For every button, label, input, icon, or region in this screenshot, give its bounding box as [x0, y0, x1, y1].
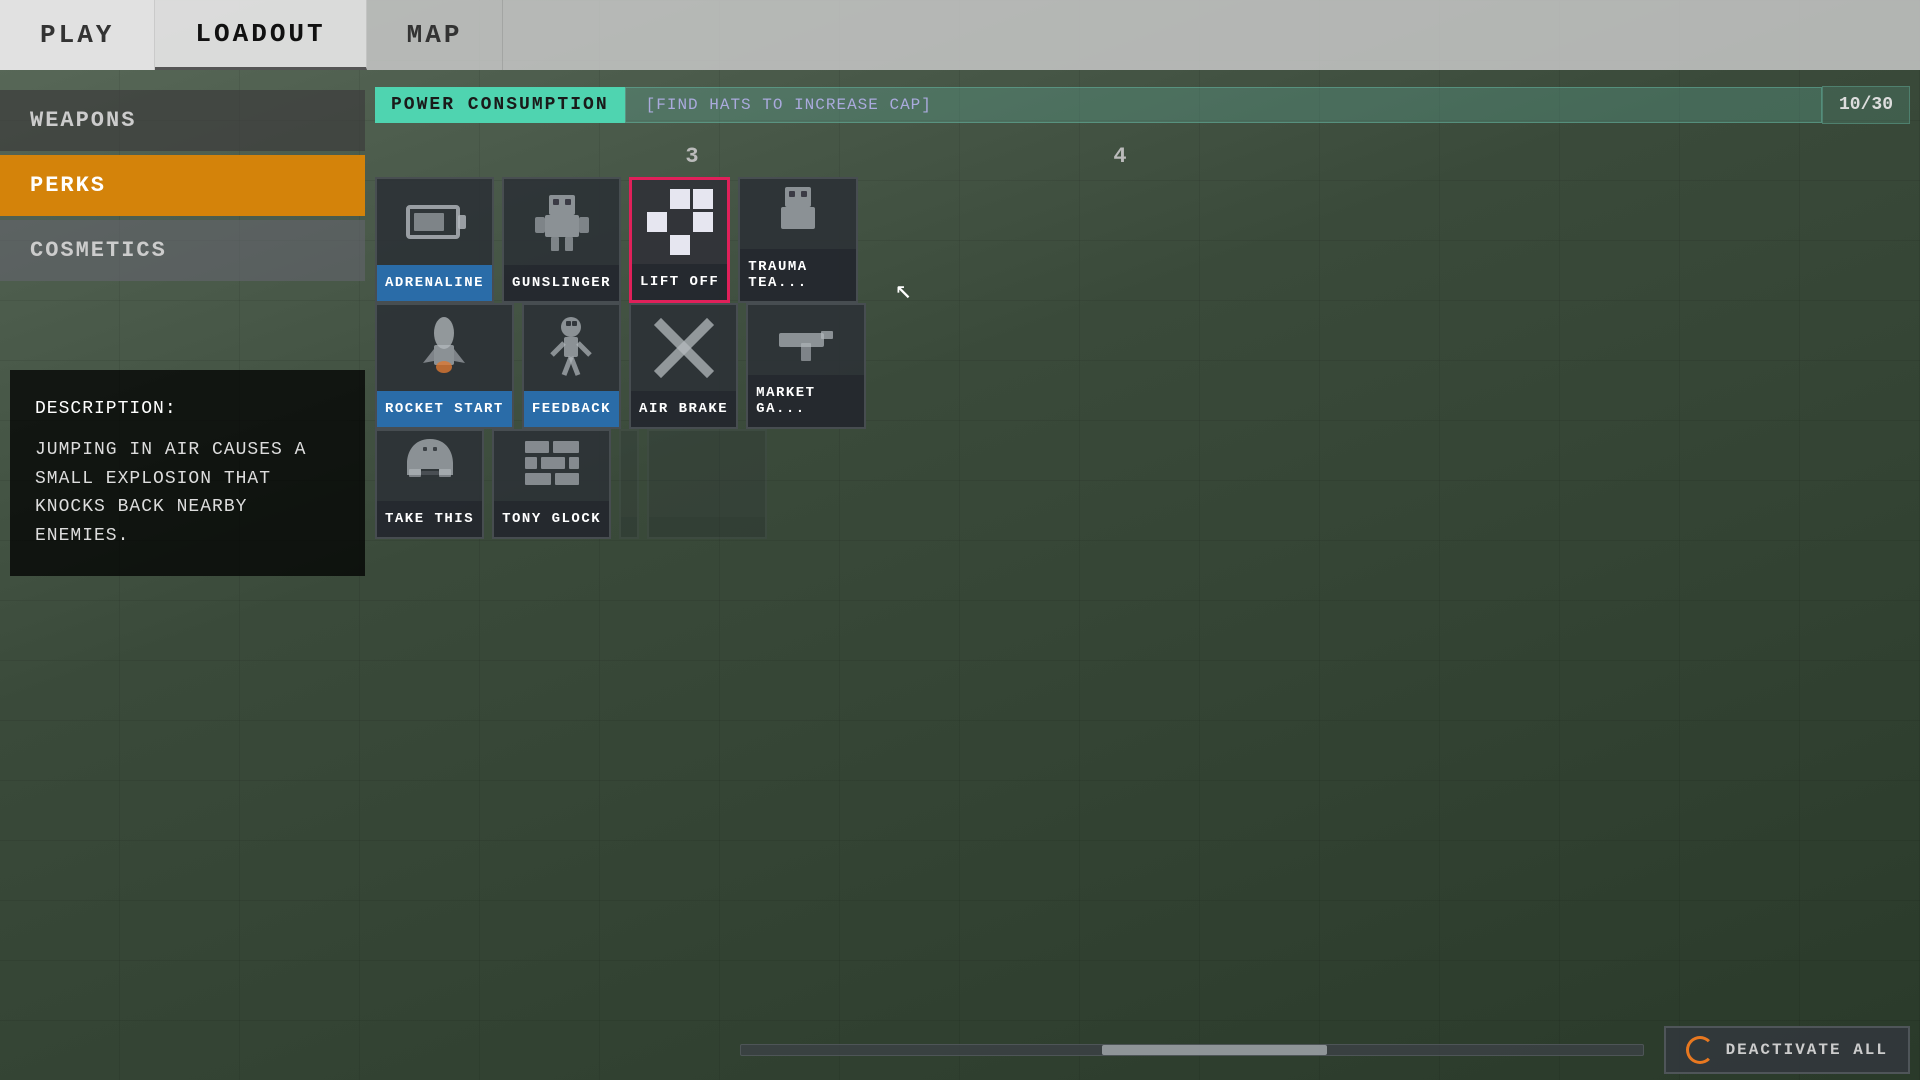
- description-box: DESCRIPTION: JUMPING IN AIR CAUSES A SMA…: [10, 370, 365, 576]
- description-text: JUMPING IN AIR CAUSES A SMALL EXPLOSION …: [35, 436, 340, 551]
- perk-label-empty-2: [649, 517, 765, 537]
- sidebar-item-perks[interactable]: PERKS: [0, 155, 365, 216]
- col-label-3: 3: [597, 140, 787, 173]
- wall-icon: [517, 431, 587, 501]
- main-content: POWER CONSUMPTION [FIND HATS TO INCREASE…: [365, 70, 1920, 1080]
- perk-label-trauma-team: TRAUMA TEA...: [740, 249, 856, 301]
- perk-icon-area-market-ga: [748, 305, 864, 375]
- col-label-4: 4: [1025, 140, 1215, 173]
- perk-card-trauma-team[interactable]: TRAUMA TEA...: [738, 177, 858, 303]
- perk-card-feedback[interactable]: FEEDBACK: [522, 303, 621, 429]
- scroll-track[interactable]: [740, 1044, 1644, 1056]
- perk-label-rocket-start: ROCKET START: [377, 391, 512, 427]
- column-headers: 3 4: [375, 140, 1910, 173]
- perk-label-air-brake: AIR BRAKE: [631, 391, 736, 427]
- perk-icon-area-trauma-team: [740, 179, 856, 249]
- perk-card-market-ga[interactable]: MARKET GA...: [746, 303, 866, 429]
- helmet-icon: [395, 431, 465, 501]
- perk-icon-area-gunslinger: [504, 179, 619, 265]
- perk-label-empty-1: [621, 517, 637, 537]
- gun-icon: [771, 305, 841, 375]
- col-gap: [581, 140, 589, 173]
- perk-card-tony-glock[interactable]: TONY GLOCK: [492, 429, 611, 539]
- nav-loadout[interactable]: LOADOUT: [155, 0, 366, 70]
- perk-icon-area-empty-2: [649, 431, 765, 517]
- perk-icon-area-lift-off: [632, 180, 727, 264]
- perk-icon-area-rocket-start: [377, 305, 512, 391]
- power-value: 10/30: [1822, 86, 1910, 124]
- nav-map[interactable]: MAP: [367, 0, 504, 70]
- deactivate-label: DEACTIVATE ALL: [1726, 1041, 1888, 1059]
- grid-row-3: TAKE THIS: [375, 429, 1910, 539]
- col-gap2: [795, 140, 803, 173]
- power-label: POWER CONSUMPTION: [375, 87, 625, 123]
- perk-label-lift-off: LIFT OFF: [632, 264, 727, 300]
- deactivate-all-button[interactable]: DEACTIVATE ALL: [1664, 1026, 1910, 1074]
- col-spacer-1: [383, 140, 573, 173]
- bottom-bar: DEACTIVATE ALL: [730, 1020, 1920, 1080]
- sidebar: WEAPONS PERKS COSMETICS DESCRIPTION: JUM…: [0, 70, 365, 1080]
- power-bar: POWER CONSUMPTION [FIND HATS TO INCREASE…: [375, 80, 1910, 130]
- robot2-icon: [763, 179, 833, 249]
- skeleton-icon: [536, 313, 606, 383]
- perk-icon-area-adrenaline: [377, 179, 492, 265]
- rocket-icon: [409, 313, 479, 383]
- perk-icon-area-tony-glock: [494, 431, 609, 501]
- perk-card-gunslinger[interactable]: GUNSLINGER: [502, 177, 621, 303]
- perk-card-lift-off[interactable]: LIFT OFF: [629, 177, 730, 303]
- perk-label-adrenaline: ADRENALINE: [377, 265, 492, 301]
- sidebar-item-cosmetics[interactable]: COSMETICS: [0, 220, 365, 281]
- col-gap3: [1009, 140, 1017, 173]
- col-label-4-spacer: [811, 140, 1001, 173]
- perk-card-adrenaline[interactable]: ADRENALINE: [375, 177, 494, 303]
- robot-icon: [527, 187, 597, 257]
- perk-icon-area-air-brake: [631, 305, 736, 391]
- perk-label-market-ga: MARKET GA...: [748, 375, 864, 427]
- perk-card-rocket-start[interactable]: ROCKET START: [375, 303, 514, 429]
- perks-grid-area: 3 4 ADRENALINE: [365, 140, 1920, 539]
- perk-card-air-brake[interactable]: AIR BRAKE: [629, 303, 738, 429]
- perk-card-empty-2: [647, 429, 767, 539]
- battery-icon: [400, 187, 470, 257]
- nav-play[interactable]: PLAY: [0, 0, 155, 70]
- grid-row-2: ROCKET START: [375, 303, 1910, 429]
- power-hint: [FIND HATS TO INCREASE CAP]: [625, 87, 1822, 123]
- perk-icon-area-take-this: [377, 431, 482, 501]
- perk-label-feedback: FEEDBACK: [524, 391, 619, 427]
- perk-label-tony-glock: TONY GLOCK: [494, 501, 609, 537]
- perk-label-gunslinger: GUNSLINGER: [504, 265, 619, 301]
- perk-label-take-this: TAKE THIS: [377, 501, 482, 537]
- perk-icon-area-empty-1: [621, 431, 637, 517]
- deactivate-icon: [1686, 1036, 1714, 1064]
- description-title: DESCRIPTION:: [35, 395, 340, 424]
- perk-icon-area-feedback: [524, 305, 619, 391]
- perk-card-take-this[interactable]: TAKE THIS: [375, 429, 484, 539]
- top-navigation: PLAY LOADOUT MAP: [0, 0, 1920, 70]
- sidebar-item-weapons[interactable]: WEAPONS: [0, 90, 365, 151]
- grid-row-1: ADRENALINE: [375, 177, 1910, 303]
- cross-icon: [649, 313, 719, 383]
- perk-card-empty-1: [619, 429, 639, 539]
- liftoff-icon: [647, 189, 713, 255]
- scroll-thumb[interactable]: [1102, 1045, 1327, 1055]
